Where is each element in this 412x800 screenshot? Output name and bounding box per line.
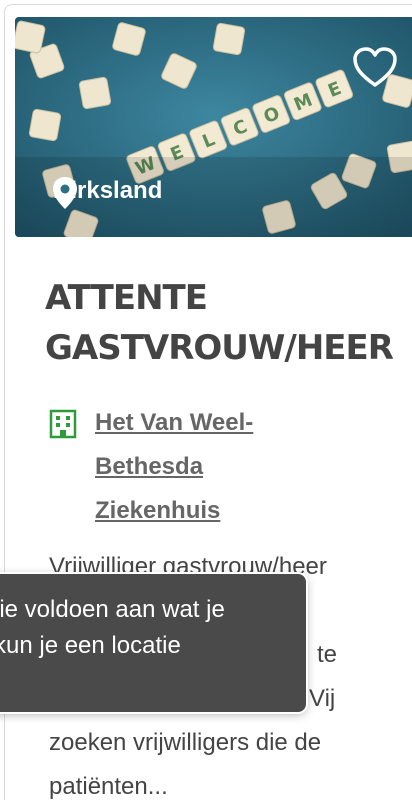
- organization-name-line: Bethesda: [95, 453, 204, 480]
- tooltip-text: lie voldoen aan wat je: [0, 596, 225, 623]
- tooltip-popup[interactable]: lie voldoen aan wat je kun je een locati…: [0, 574, 306, 712]
- favorite-button[interactable]: [351, 45, 399, 89]
- map-pin-icon: [53, 177, 77, 209]
- location-label: Dirksland: [53, 177, 162, 209]
- vacancy-title-line: ATTENTE: [45, 278, 208, 318]
- description-line: patiënten...: [49, 773, 168, 800]
- page: W E L C O M E Dirksland ATTENTE GASTVROU…: [0, 0, 412, 800]
- building-icon: [49, 409, 77, 439]
- organization: Het Van Weel- Bethesda Ziekenhuis: [49, 401, 335, 533]
- vacancy-hero-image: W E L C O M E Dirksland: [15, 17, 412, 237]
- organization-name-line: Het Van Weel-: [95, 409, 254, 436]
- vacancy-title-line: GASTVROUW/HEER: [45, 328, 394, 368]
- heart-outline-icon: [353, 47, 397, 87]
- organization-link[interactable]: Het Van Weel- Bethesda Ziekenhuis: [95, 401, 335, 533]
- organization-name-line: Ziekenhuis: [95, 497, 221, 524]
- tooltip-text: kun je een locatie: [0, 632, 181, 659]
- vacancy-title: ATTENTE GASTVROUW/HEER: [45, 273, 394, 373]
- description-line: zoeken vrijwilligers die de: [49, 729, 322, 756]
